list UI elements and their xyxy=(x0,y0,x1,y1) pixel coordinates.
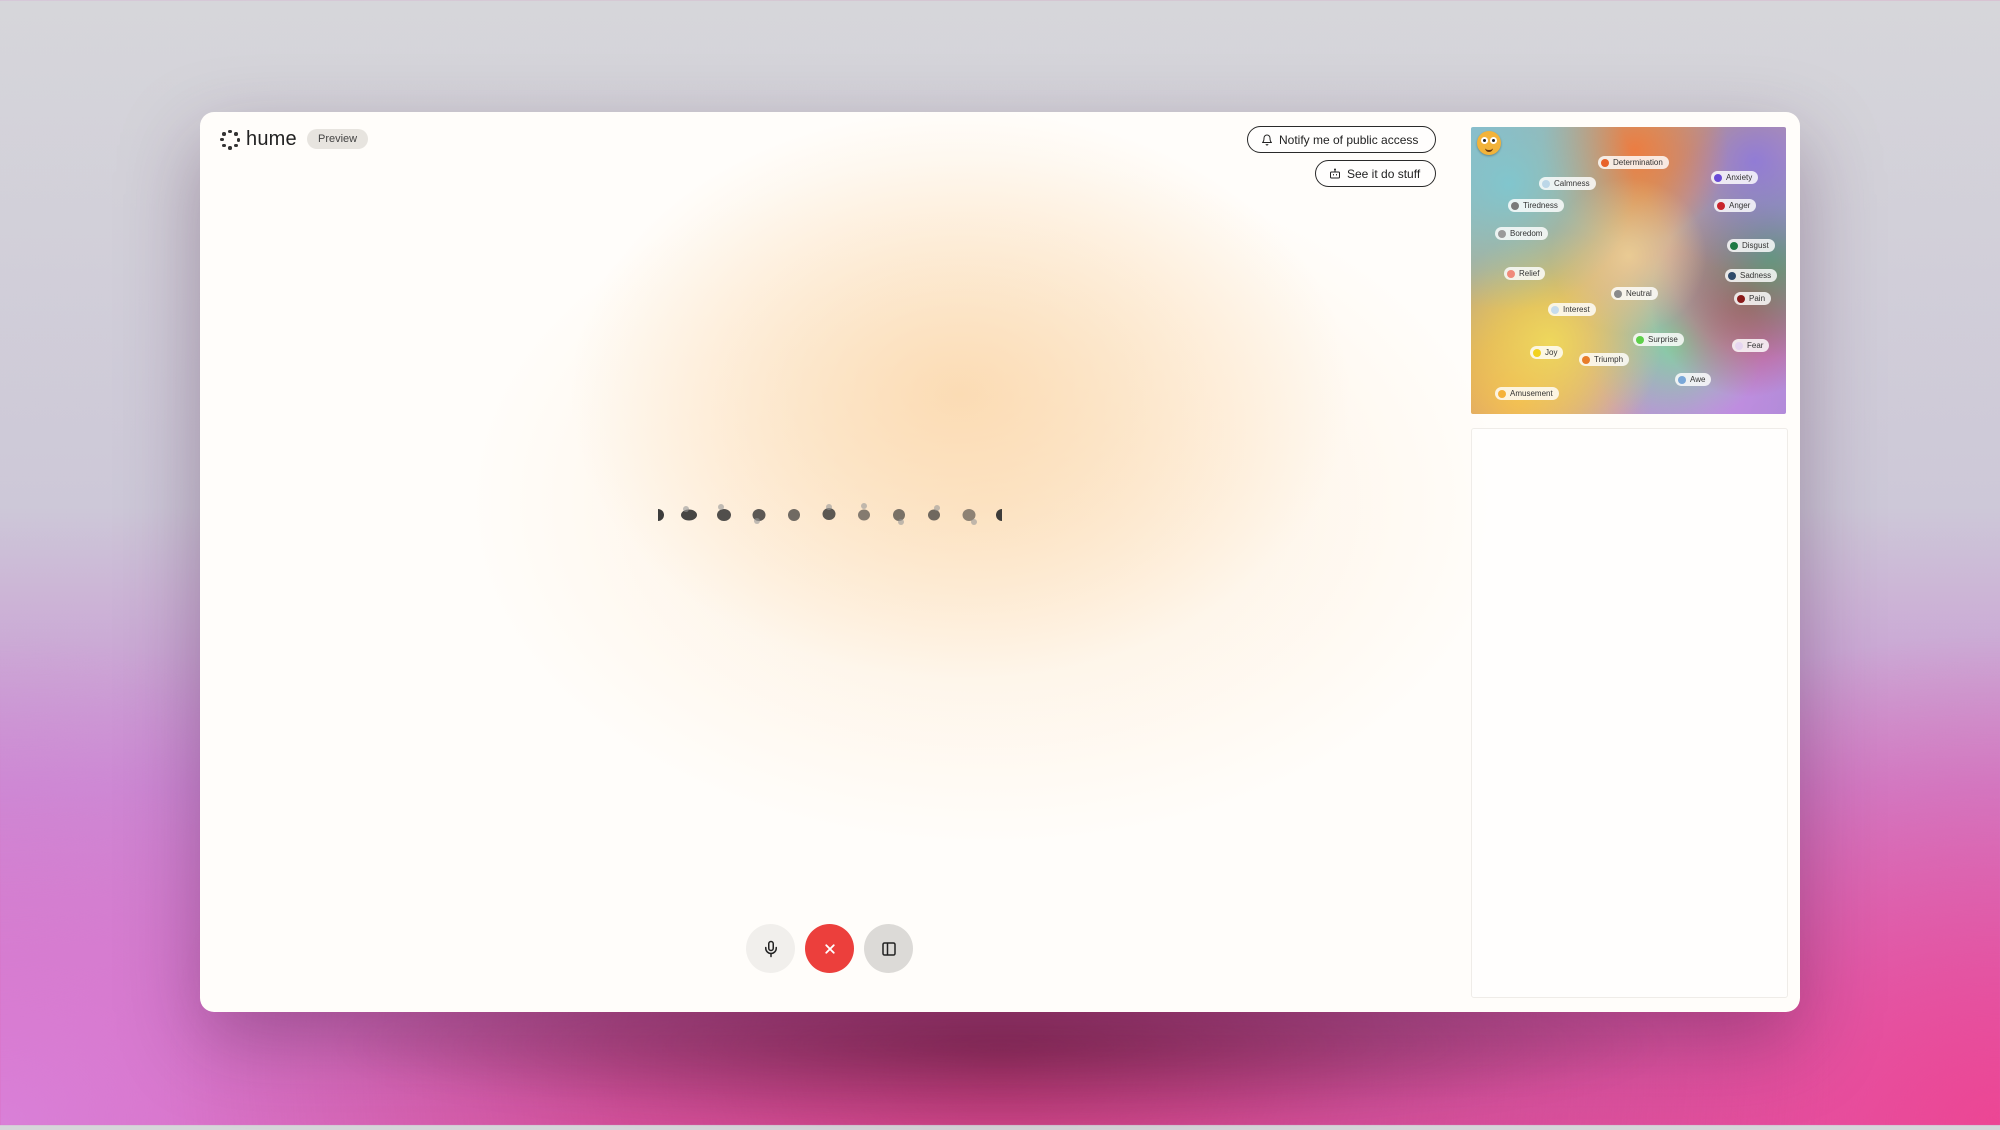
emotion-dot xyxy=(1582,355,1590,364)
transcript-panel[interactable] xyxy=(1471,428,1788,998)
emotion-dot xyxy=(1636,335,1644,344)
emotion-chip: Fear xyxy=(1732,339,1770,352)
notify-label: Notify me of public access xyxy=(1279,132,1419,147)
emotion-chip: Triumph xyxy=(1579,353,1630,366)
emotion-chip: Anger xyxy=(1714,199,1757,212)
hume-logo-icon xyxy=(220,129,240,150)
emotion-chip: Tiredness xyxy=(1508,199,1564,212)
call-controls xyxy=(746,924,913,973)
emotion-dot xyxy=(1551,305,1559,314)
emotion-dot xyxy=(1601,158,1609,167)
emotion-chip: Anxiety xyxy=(1711,171,1759,184)
emotion-dot xyxy=(1498,389,1506,398)
see-it-do-stuff-label: See it do stuff xyxy=(1347,166,1421,181)
emotion-chip: Pain xyxy=(1734,292,1772,305)
avatar xyxy=(1477,131,1501,155)
emotion-chip: Joy xyxy=(1530,346,1564,359)
emotion-map: Determination Anxiety Calmness Tiredness… xyxy=(1471,127,1786,414)
preview-badge: Preview xyxy=(307,129,369,149)
emotion-chip: Calmness xyxy=(1539,177,1596,190)
emotion-chip: Awe xyxy=(1675,373,1712,386)
close-icon xyxy=(824,943,835,954)
emotion-dot xyxy=(1735,341,1743,350)
emotion-dot xyxy=(1511,201,1519,210)
background-glow xyxy=(260,112,1660,952)
mic-icon xyxy=(764,940,777,957)
emotion-dot xyxy=(1728,271,1736,280)
emotion-chip: Boredom xyxy=(1495,227,1549,240)
panel-icon xyxy=(881,941,896,956)
emotion-dot xyxy=(1507,269,1515,278)
emotion-chip: Surprise xyxy=(1633,333,1684,346)
bell-icon xyxy=(1262,134,1272,145)
app-window: hume Preview Notify me of public access … xyxy=(200,112,1800,1012)
emotion-dot xyxy=(1533,348,1541,357)
notify-button[interactable]: Notify me of public access xyxy=(1247,126,1436,153)
audio-waveform xyxy=(658,503,1002,525)
emotion-chip: Relief xyxy=(1504,267,1546,280)
emotion-dot xyxy=(1730,241,1738,250)
brand[interactable]: hume xyxy=(220,128,297,151)
emotion-dot xyxy=(1717,201,1725,210)
emotion-dot xyxy=(1678,375,1686,384)
emotion-chip: Neutral xyxy=(1611,287,1658,300)
emotion-dot xyxy=(1714,173,1722,182)
emotion-chip: Interest xyxy=(1548,303,1596,316)
emotion-chip: Determination xyxy=(1598,156,1669,169)
emotion-chip: Amusement xyxy=(1495,387,1559,400)
emotion-dot xyxy=(1498,229,1506,238)
end-call-button[interactable] xyxy=(805,924,854,973)
mic-button[interactable] xyxy=(746,924,795,973)
emotion-chip: Sadness xyxy=(1725,269,1778,282)
emotion-chip: Disgust xyxy=(1727,239,1775,252)
robot-icon xyxy=(1330,168,1340,178)
emotion-dot xyxy=(1614,289,1622,298)
brand-name: hume xyxy=(246,128,297,150)
emotion-dot xyxy=(1737,294,1745,303)
toggle-panel-button[interactable] xyxy=(864,924,913,973)
emotion-dot xyxy=(1542,179,1550,188)
see-it-do-stuff-button[interactable]: See it do stuff xyxy=(1315,160,1436,187)
